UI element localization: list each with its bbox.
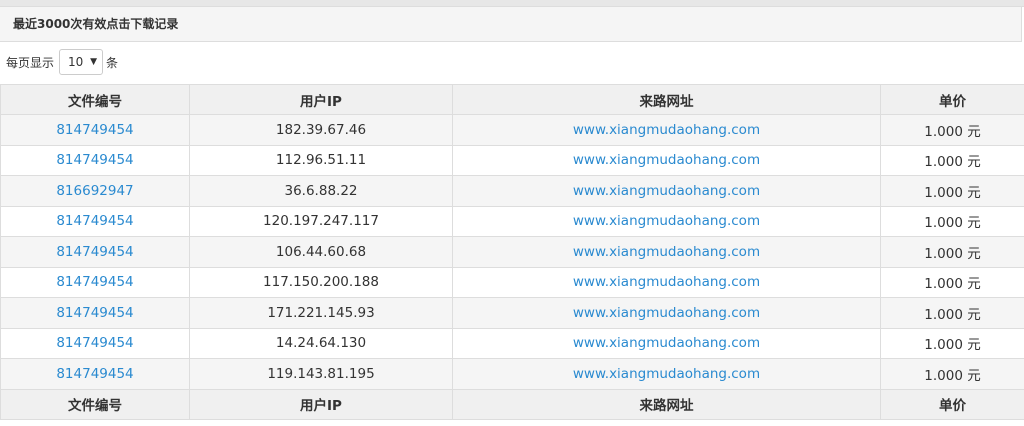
table-footer-row: 文件编号 用户IP 来路网址 单价 (0, 388, 1024, 420)
cell-price: 1.000 元 (880, 114, 1024, 146)
cell-ip: 36.6.88.22 (189, 175, 453, 207)
cell-referrer: www.xiangmudaohang.com (452, 297, 881, 329)
table-row: 814749454 117.150.200.188 www.xiangmudaoha… (0, 266, 1024, 298)
cell-file-id: 814749454 (0, 236, 190, 268)
referrer-link[interactable]: www.xiangmudaohang.com (573, 335, 760, 351)
cell-price: 1.000 元 (880, 266, 1024, 298)
referrer-link[interactable]: www.xiangmudaohang.com (573, 274, 760, 290)
table-row: 814749454 112.96.51.11 www.xiangmudaohang.… (0, 144, 1024, 176)
click-records-table: 文件编号 用户IP 来路网址 单价 814749454 182.39.67.46 w… (0, 84, 1024, 420)
cell-ip: 112.96.51.11 (189, 144, 453, 176)
page-length-suffix: 条 (106, 56, 119, 70)
cell-file-id: 814749454 (0, 114, 190, 146)
cell-ip: 119.143.81.195 (189, 358, 453, 390)
panel-title: 最近3000次有效点击下载记录 (0, 7, 1022, 42)
cell-referrer: www.xiangmudaohang.com (452, 327, 881, 359)
table-row: 816692947 36.6.88.22 www.xiangmudaohang.co… (0, 175, 1024, 207)
file-id-link[interactable]: 814749454 (56, 122, 133, 138)
column-header-ip[interactable]: 用户IP (189, 84, 453, 115)
column-header-file-id[interactable]: 文件编号 (0, 84, 190, 115)
cell-file-id: 814749454 (0, 205, 190, 237)
referrer-link[interactable]: www.xiangmudaohang.com (573, 305, 760, 321)
cell-ip: 120.197.247.117 (189, 205, 453, 237)
file-id-link[interactable]: 814749454 (56, 274, 133, 290)
file-id-link[interactable]: 814749454 (56, 213, 133, 229)
chevron-down-icon: ▼ (90, 57, 97, 67)
cell-file-id: 814749454 (0, 266, 190, 298)
referrer-link[interactable]: www.xiangmudaohang.com (573, 122, 760, 138)
cell-referrer: www.xiangmudaohang.com (452, 266, 881, 298)
referrer-link[interactable]: www.xiangmudaohang.com (573, 366, 760, 382)
cell-file-id: 814749454 (0, 297, 190, 329)
file-id-link[interactable]: 814749454 (56, 244, 133, 260)
file-id-link[interactable]: 814749454 (56, 335, 133, 351)
cell-price: 1.000 元 (880, 358, 1024, 390)
cell-ip: 171.221.145.93 (189, 297, 453, 329)
page-length-control: 每页显示 10 ▼ 条 (0, 43, 1024, 83)
column-header-price[interactable]: 单价 (880, 84, 1024, 115)
cell-file-id: 814749454 (0, 358, 190, 390)
cell-price: 1.000 元 (880, 327, 1024, 359)
file-id-link[interactable]: 814749454 (56, 366, 133, 382)
cell-ip: 182.39.67.46 (189, 114, 453, 146)
table-row: 814749454 14.24.64.130 www.xiangmudaohang.… (0, 327, 1024, 359)
column-header-referrer[interactable]: 来路网址 (452, 84, 881, 115)
cell-file-id: 816692947 (0, 175, 190, 207)
file-id-link[interactable]: 814749454 (56, 152, 133, 168)
table-row: 814749454 119.143.81.195 www.xiangmudaohan… (0, 358, 1024, 390)
page-length-value: 10 (68, 55, 84, 69)
cell-file-id: 814749454 (0, 144, 190, 176)
table-header-row: 文件编号 用户IP 来路网址 单价 (0, 84, 1024, 115)
table-row: 814749454 120.197.247.117 www.xiangmudaoha… (0, 205, 1024, 237)
referrer-link[interactable]: www.xiangmudaohang.com (573, 213, 760, 229)
table-row: 814749454 182.39.67.46 www.xiangmudaohang.… (0, 114, 1024, 146)
referrer-link[interactable]: www.xiangmudaohang.com (573, 183, 760, 199)
cell-file-id: 814749454 (0, 327, 190, 359)
footer-header-referrer: 来路网址 (452, 388, 881, 420)
cell-price: 1.000 元 (880, 205, 1024, 237)
cell-ip: 14.24.64.130 (189, 327, 453, 359)
footer-header-file-id: 文件编号 (0, 388, 190, 420)
cell-price: 1.000 元 (880, 144, 1024, 176)
cell-ip: 106.44.60.68 (189, 236, 453, 268)
cell-price: 1.000 元 (880, 297, 1024, 329)
cell-ip: 117.150.200.188 (189, 266, 453, 298)
cell-referrer: www.xiangmudaohang.com (452, 205, 881, 237)
table-row: 814749454 171.221.145.93 www.xiangmudaohan… (0, 297, 1024, 329)
page-length-prefix: 每页显示 (6, 56, 55, 70)
referrer-link[interactable]: www.xiangmudaohang.com (573, 152, 760, 168)
referrer-link[interactable]: www.xiangmudaohang.com (573, 244, 760, 260)
table-row: 814749454 106.44.60.68 www.xiangmudaohang.… (0, 236, 1024, 268)
cell-price: 1.000 元 (880, 175, 1024, 207)
cell-referrer: www.xiangmudaohang.com (452, 175, 881, 207)
cell-referrer: www.xiangmudaohang.com (452, 236, 881, 268)
top-bar (0, 0, 1024, 7)
cell-referrer: www.xiangmudaohang.com (452, 114, 881, 146)
file-id-link[interactable]: 816692947 (56, 183, 133, 199)
cell-referrer: www.xiangmudaohang.com (452, 358, 881, 390)
page-length-select[interactable]: 10 ▼ (59, 49, 103, 75)
footer-header-ip: 用户IP (189, 388, 453, 420)
cell-referrer: www.xiangmudaohang.com (452, 144, 881, 176)
file-id-link[interactable]: 814749454 (56, 305, 133, 321)
cell-price: 1.000 元 (880, 236, 1024, 268)
footer-header-price: 单价 (880, 388, 1024, 420)
